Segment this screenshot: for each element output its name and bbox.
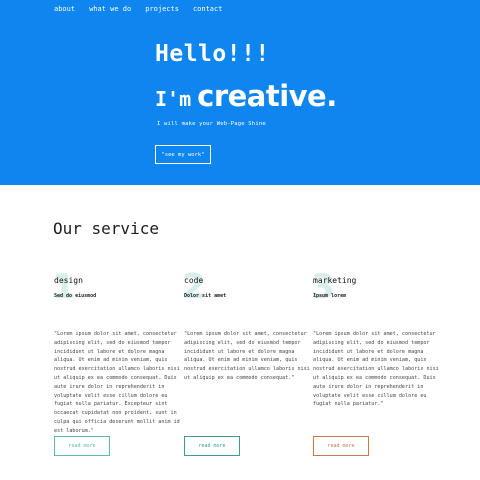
hero-im: I'm [155,87,192,111]
card-subtitle: Ipsum lorem [313,293,347,299]
card-title: code [184,276,204,285]
card-body: "Lorem ipsum dolor sit amet, consectetur… [184,331,310,381]
hero-hello: Hello!!! [155,41,270,67]
card-title: marketing [313,276,357,285]
top-nav: about what we do projects contact [54,5,222,13]
card-title: design [54,276,83,285]
read-more-button[interactable]: read more [313,436,369,456]
read-more-button[interactable]: read more [54,436,110,456]
hero-tagline: I will make your Web-Page Shine [157,121,266,127]
read-more-button[interactable]: read more [184,436,240,456]
card-subtitle: Sed do eiusmod [54,293,97,299]
hero-creative: creative. [197,79,337,113]
hero-headline: I'm creative. [155,79,337,113]
card-body: "Lorem ipsum dolor sit amet, consectetur… [313,331,439,408]
nav-item-projects[interactable]: projects [145,5,179,13]
nav-item-about[interactable]: about [54,5,75,13]
hero-banner: about what we do projects contact Hello!… [0,0,480,185]
card-body: "Lorem ipsum dolor sit amet, consectetur… [54,331,180,434]
see-my-work-button[interactable]: "see my work" [155,145,211,164]
nav-item-contact[interactable]: contact [193,5,223,13]
card-subtitle: Dolor sit amet [184,293,227,299]
section-title: Our service [53,219,159,238]
nav-item-what-we-do[interactable]: what we do [89,5,131,13]
